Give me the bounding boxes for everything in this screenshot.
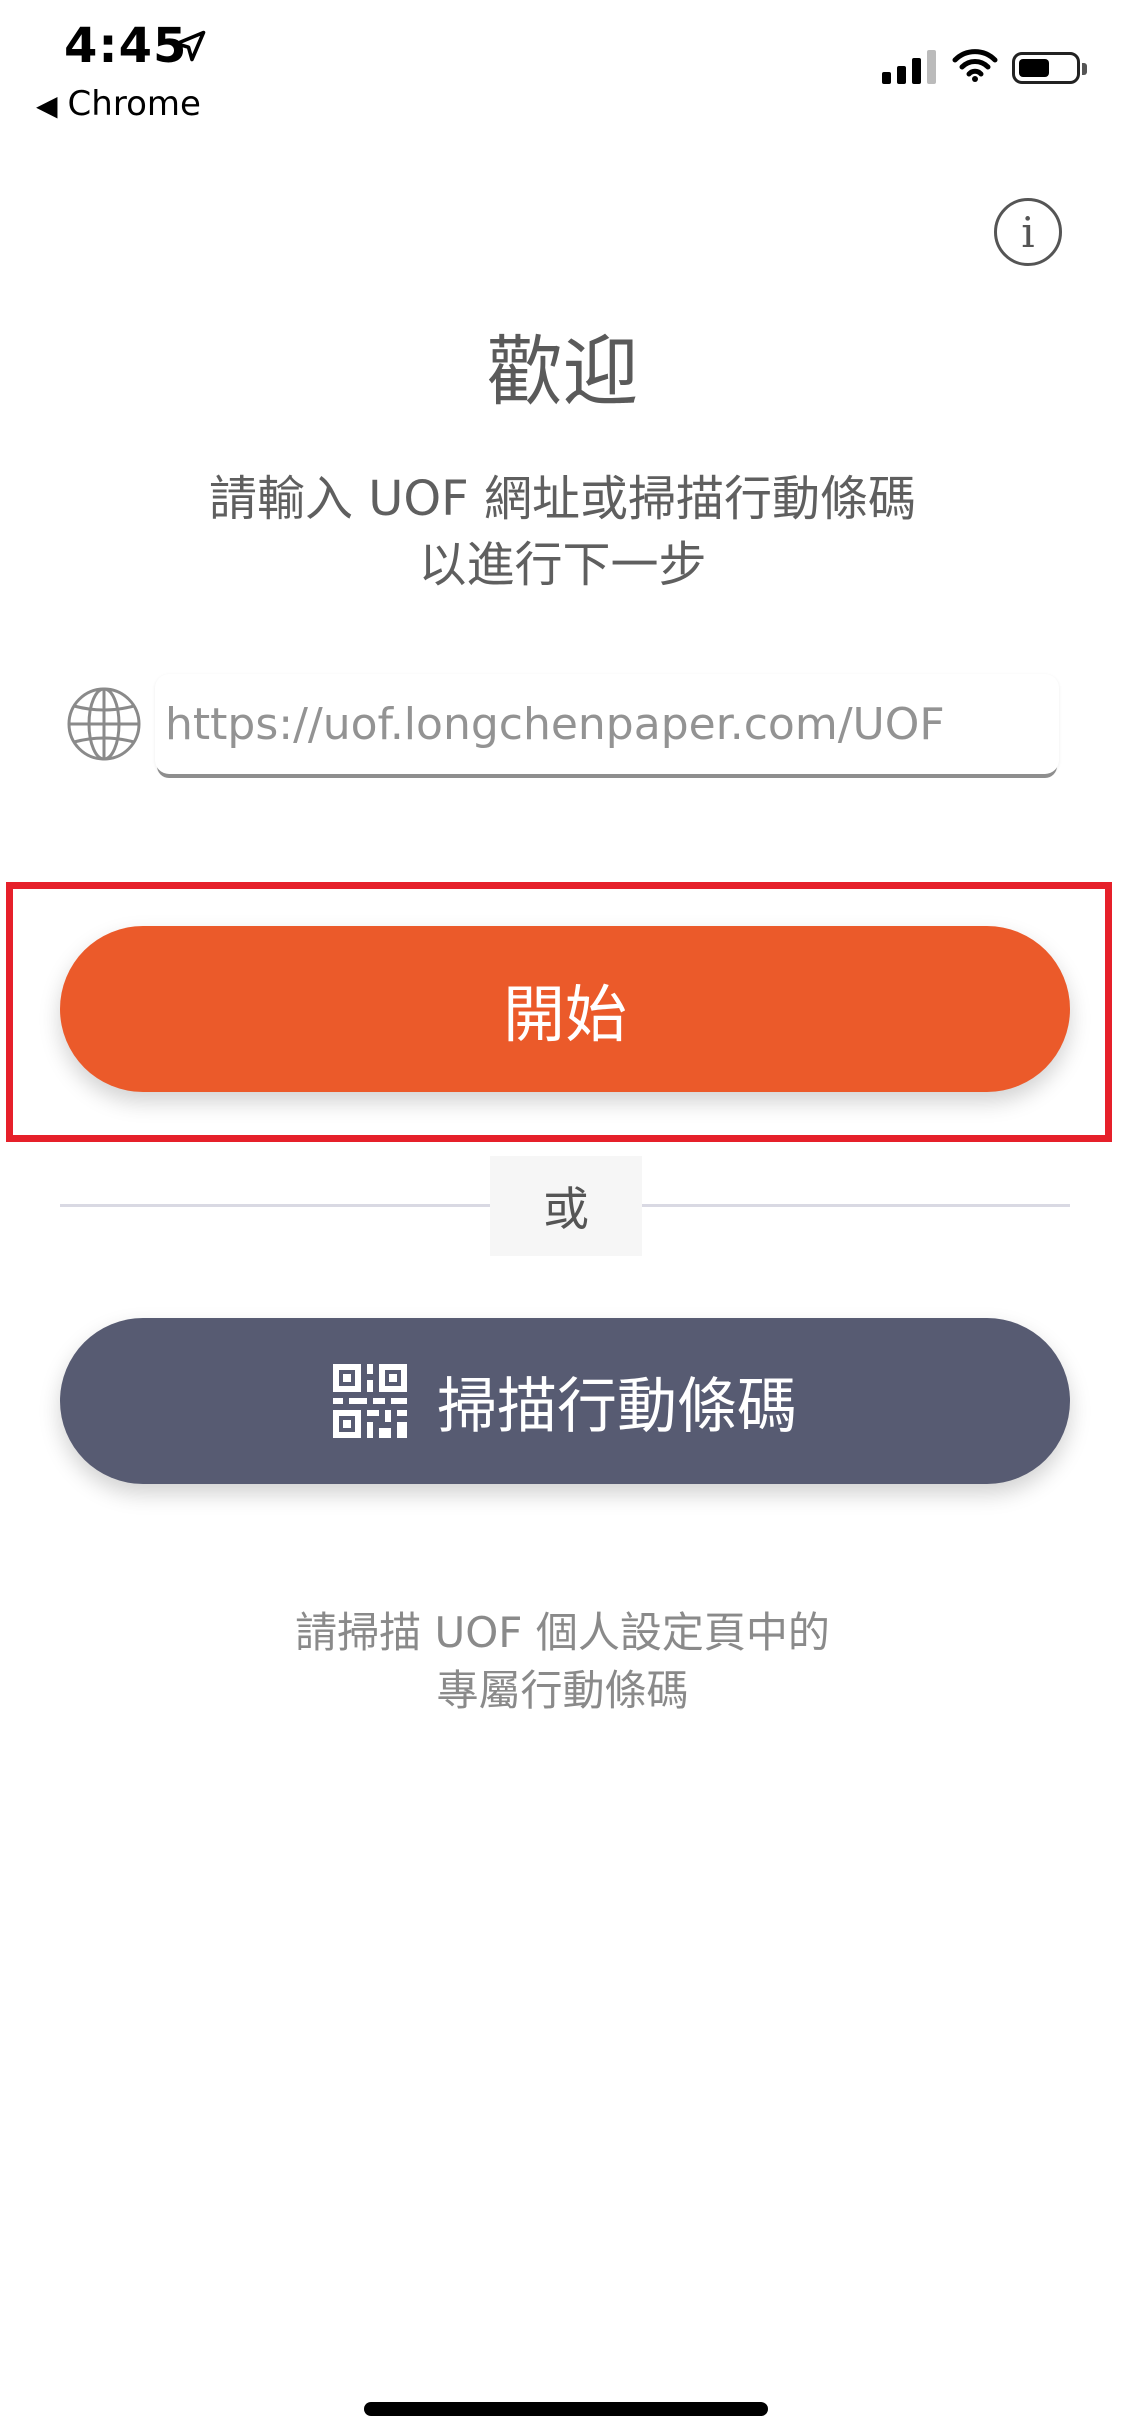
qr-code-icon bbox=[333, 1364, 407, 1438]
back-app-label: Chrome bbox=[67, 84, 201, 124]
back-to-app-link[interactable]: ◀ Chrome bbox=[36, 84, 201, 124]
subtitle-line-2: 以進行下一步 bbox=[418, 537, 707, 593]
page-subtitle: 請輸入 UOF 網址或掃描行動條碼 以進行下一步 bbox=[0, 466, 1125, 598]
info-icon: i bbox=[1021, 207, 1035, 257]
page-title: 歡迎 bbox=[486, 327, 639, 416]
start-button-label: 開始 bbox=[502, 978, 627, 1051]
divider-left bbox=[60, 1204, 490, 1207]
hint-line-1: 請掃描 UOF 個人設定頁中的 bbox=[295, 1608, 830, 1657]
subtitle-line-1: 請輸入 UOF 網址或掃描行動條碼 bbox=[208, 471, 917, 527]
wifi-icon bbox=[952, 48, 998, 86]
or-label: 或 bbox=[543, 1182, 589, 1236]
start-button[interactable]: 開始 bbox=[60, 926, 1070, 1092]
status-time: 4:45 bbox=[64, 18, 188, 74]
hint-line-2: 專屬行動條碼 bbox=[436, 1666, 689, 1715]
scan-qr-button[interactable]: 掃描行動條碼 bbox=[60, 1318, 1070, 1484]
or-separator: 或 bbox=[490, 1156, 642, 1256]
back-triangle-icon: ◀ bbox=[36, 89, 58, 122]
scan-qr-button-label: 掃描行動條碼 bbox=[437, 1371, 797, 1442]
home-indicator[interactable] bbox=[364, 2402, 768, 2416]
location-arrow-icon bbox=[172, 28, 208, 68]
globe-icon bbox=[66, 686, 142, 766]
scan-hint: 請掃描 UOF 個人設定頁中的 專屬行動條碼 bbox=[0, 1604, 1125, 1720]
battery-icon bbox=[1012, 52, 1087, 84]
divider-right bbox=[642, 1204, 1070, 1207]
cellular-signal-icon bbox=[882, 50, 936, 84]
url-input[interactable] bbox=[165, 674, 1045, 774]
info-button[interactable]: i bbox=[994, 198, 1062, 266]
url-field[interactable] bbox=[155, 674, 1059, 774]
